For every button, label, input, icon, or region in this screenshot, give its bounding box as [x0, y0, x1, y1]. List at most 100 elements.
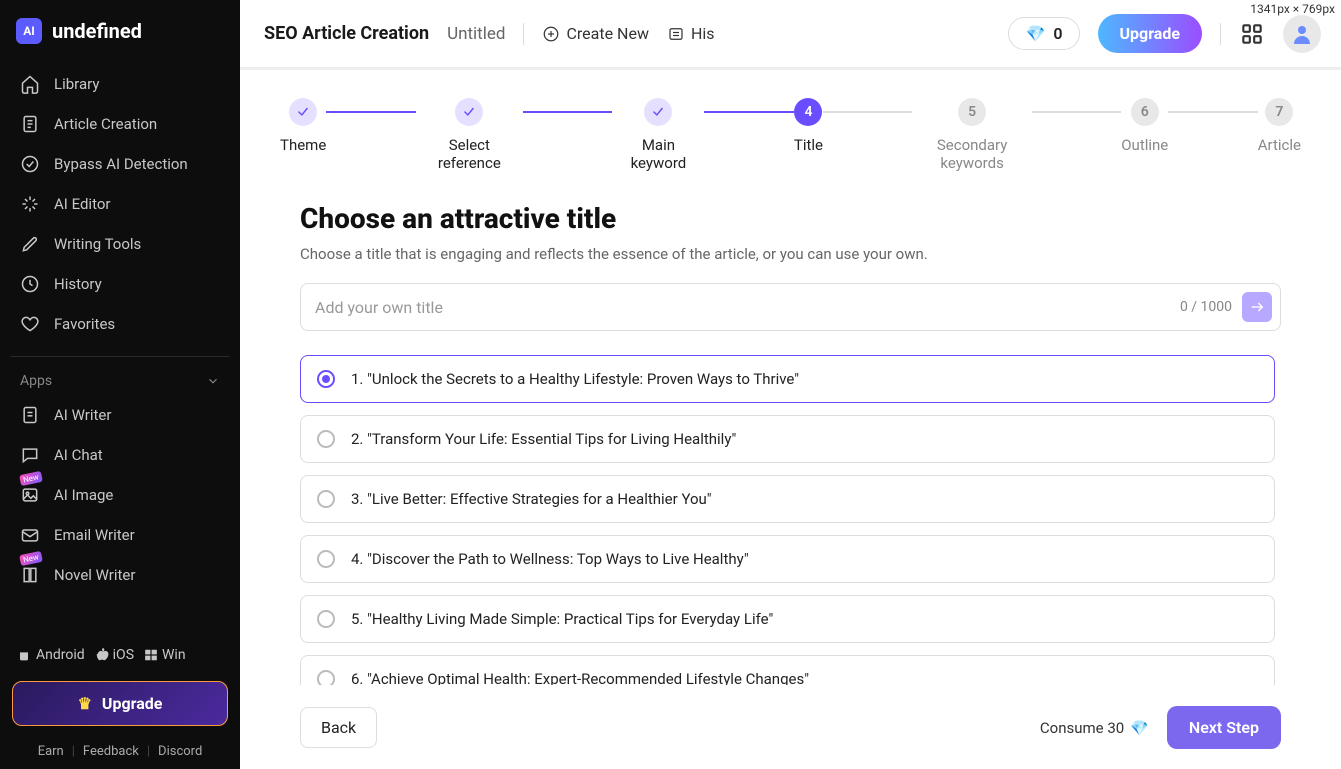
writer-icon: [20, 405, 40, 425]
title-option[interactable]: 2. "Transform Your Life: Essential Tips …: [300, 415, 1275, 463]
nav-library[interactable]: Library: [10, 64, 230, 104]
app-label: AI Writer: [54, 406, 111, 424]
step-connector: [823, 111, 912, 113]
footer-feedback[interactable]: Feedback: [83, 744, 139, 759]
avatar[interactable]: [1283, 15, 1321, 53]
step-circle: 7: [1265, 98, 1293, 126]
step-connector: [523, 111, 612, 113]
step-label: Title: [794, 136, 823, 154]
submit-title-button[interactable]: [1242, 292, 1272, 322]
topbar: SEO Article Creation Untitled Create New…: [240, 0, 1341, 70]
nav-label: Bypass AI Detection: [54, 155, 188, 173]
doc-name[interactable]: Untitled: [447, 24, 505, 44]
app-ai-chat[interactable]: AI Chat: [10, 435, 230, 475]
platform-win[interactable]: Win: [144, 647, 186, 663]
history-label: His: [691, 24, 715, 43]
step-label: Select reference: [416, 136, 523, 172]
apple-icon: [95, 647, 109, 663]
step-label: Theme: [280, 136, 326, 154]
step-1[interactable]: Theme: [280, 98, 326, 154]
step-label: Outline: [1121, 136, 1168, 154]
step-label: Main keyword: [612, 136, 704, 172]
back-button[interactable]: Back: [300, 707, 377, 748]
logo-icon: AI: [16, 18, 42, 44]
title-input-row: 0 / 1000: [300, 283, 1281, 331]
apps-header[interactable]: Apps: [0, 365, 240, 395]
option-text: 4. "Discover the Path to Wellness: Top W…: [351, 550, 749, 568]
crown-icon: ♛: [78, 694, 92, 713]
app-novel-writer[interactable]: New Novel Writer: [10, 555, 230, 595]
sidebar: AI undefined Library Article Creation By…: [0, 0, 240, 769]
title-option[interactable]: 3. "Live Better: Effective Strategies fo…: [300, 475, 1275, 523]
title-option[interactable]: 5. "Healthy Living Made Simple: Practica…: [300, 595, 1275, 643]
brand-name: undefined: [52, 19, 142, 43]
title-option[interactable]: 4. "Discover the Path to Wellness: Top W…: [300, 535, 1275, 583]
app-ai-image[interactable]: New AI Image: [10, 475, 230, 515]
page-footer: Back Consume 30 💎 Next Step: [240, 688, 1341, 769]
app-label: Email Writer: [54, 526, 135, 544]
shield-check-icon: [20, 154, 40, 174]
history-button[interactable]: His: [667, 24, 715, 43]
next-step-button[interactable]: Next Step: [1167, 706, 1281, 749]
consume-text: Consume 30: [1040, 719, 1124, 737]
radio-icon: [317, 550, 335, 568]
footer-earn[interactable]: Earn: [38, 744, 64, 759]
windows-icon: [144, 648, 158, 662]
step-4[interactable]: 4Title: [794, 98, 823, 154]
step-2[interactable]: Select reference: [416, 98, 523, 172]
nav-bypass-ai[interactable]: Bypass AI Detection: [10, 144, 230, 184]
nav-label: Article Creation: [54, 115, 157, 133]
diamond-icon: 💎: [1025, 24, 1045, 43]
create-new-button[interactable]: Create New: [542, 24, 648, 43]
platform-label: iOS: [113, 647, 134, 663]
app-email-writer[interactable]: Email Writer: [10, 515, 230, 555]
option-text: 2. "Transform Your Life: Essential Tips …: [351, 430, 736, 448]
nav-article-creation[interactable]: Article Creation: [10, 104, 230, 144]
heading: Choose an attractive title: [300, 202, 1281, 235]
nav-label: History: [54, 275, 102, 293]
step-circle: [289, 98, 317, 126]
step-3[interactable]: Main keyword: [612, 98, 704, 172]
android-icon: [16, 647, 32, 663]
nav-history[interactable]: History: [10, 264, 230, 304]
title-option[interactable]: 6. "Achieve Optimal Health: Expert-Recom…: [300, 655, 1275, 685]
create-new-label: Create New: [566, 24, 648, 43]
radio-icon: [317, 610, 335, 628]
step-5: 5Secondary keywords: [912, 98, 1031, 172]
step-connector: [1168, 111, 1257, 113]
content: Choose an attractive title Choose a titl…: [240, 182, 1341, 688]
nav-label: Writing Tools: [54, 235, 141, 253]
upgrade-label: Upgrade: [102, 694, 163, 713]
step-connector: [704, 111, 793, 113]
nav-writing-tools[interactable]: Writing Tools: [10, 224, 230, 264]
upgrade-button[interactable]: Upgrade: [1098, 14, 1203, 53]
platform-ios[interactable]: iOS: [95, 647, 134, 663]
title-option[interactable]: 1. "Unlock the Secrets to a Healthy Life…: [300, 355, 1275, 403]
heart-icon: [20, 314, 40, 334]
step-circle: [455, 98, 483, 126]
platform-label: Win: [162, 647, 186, 663]
sparkle-icon: [20, 194, 40, 214]
apps-header-label: Apps: [20, 373, 52, 389]
list-icon: [667, 25, 685, 43]
nav-ai-editor[interactable]: AI Editor: [10, 184, 230, 224]
brand[interactable]: AI undefined: [0, 0, 240, 64]
app-ai-writer[interactable]: AI Writer: [10, 395, 230, 435]
nav-favorites[interactable]: Favorites: [10, 304, 230, 344]
title-options: 1. "Unlock the Secrets to a Healthy Life…: [300, 355, 1281, 685]
nav-label: Favorites: [54, 315, 115, 333]
title-input[interactable]: [315, 298, 1180, 317]
char-count: 0 / 1000: [1180, 299, 1232, 315]
platform-label: Android: [36, 647, 85, 663]
document-icon: [20, 114, 40, 134]
footer-discord[interactable]: Discord: [158, 744, 202, 759]
main: 1341px × 769px SEO Article Creation Unti…: [240, 0, 1341, 769]
sidebar-upgrade-button[interactable]: ♛ Upgrade: [12, 681, 228, 726]
platform-android[interactable]: Android: [16, 647, 85, 663]
credits-pill[interactable]: 💎 0: [1008, 17, 1079, 50]
step-label: Secondary keywords: [912, 136, 1031, 172]
step-connector: [326, 111, 415, 113]
option-text: 1. "Unlock the Secrets to a Healthy Life…: [351, 370, 799, 388]
apps-grid-icon[interactable]: [1239, 21, 1265, 47]
app-label: Novel Writer: [54, 566, 135, 584]
